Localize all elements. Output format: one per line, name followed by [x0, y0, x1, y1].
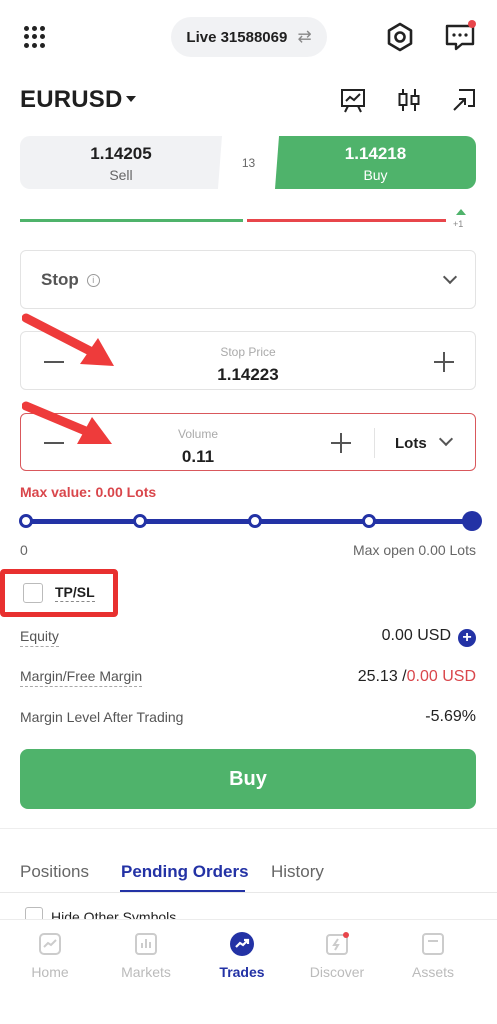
- stop-price-stepper[interactable]: Stop Price 1.14223: [20, 331, 476, 390]
- order-type-select[interactable]: Stop i: [20, 250, 476, 309]
- volume-caption: Volume: [177, 427, 219, 441]
- sell-volume-bar: [247, 219, 446, 222]
- stop-price-value[interactable]: 1.14223: [21, 365, 475, 385]
- trades-icon: [230, 932, 254, 956]
- unit-label: Lots: [395, 435, 427, 452]
- tpsl-checkbox[interactable]: [23, 583, 43, 603]
- free-margin-value: 0.00 USD: [406, 668, 476, 685]
- increase-volume-button[interactable]: [331, 433, 351, 453]
- increase-stop-price-button[interactable]: [434, 352, 454, 372]
- nav-markets-label: Markets: [121, 964, 171, 980]
- swap-icon: ⇄: [297, 27, 312, 46]
- notification-dot: [468, 20, 476, 28]
- tab-history[interactable]: History: [271, 862, 324, 882]
- slider-step-75[interactable]: [362, 514, 376, 528]
- buy-label: Buy: [363, 167, 388, 183]
- decrease-volume-button[interactable]: [44, 442, 64, 444]
- sell-label: Sell: [109, 167, 133, 183]
- volume-slider-track[interactable]: [19, 514, 472, 528]
- margin-level-label: Margin Level After Trading: [20, 709, 184, 725]
- candlestick-icon[interactable]: [395, 86, 423, 114]
- margin-label[interactable]: Margin/Free Margin: [20, 668, 143, 687]
- cast-icon[interactable]: [450, 86, 478, 114]
- bottom-nav: Home Markets Trades Discover Assets: [0, 919, 497, 1024]
- slider-max-label: Max open 0.00 Lots: [353, 542, 476, 558]
- buy-quote-button[interactable]: 1.14218 Buy: [275, 136, 476, 189]
- unit-select[interactable]: Lots: [395, 435, 427, 452]
- buy-button[interactable]: Buy: [20, 749, 476, 809]
- nav-home[interactable]: Home: [10, 932, 90, 980]
- stop-price-caption: Stop Price: [220, 345, 276, 359]
- equity-label[interactable]: Equity: [20, 628, 59, 647]
- nav-discover[interactable]: Discover: [297, 932, 377, 980]
- discover-icon: [326, 932, 349, 955]
- settings-hexagon-icon[interactable]: [384, 21, 416, 53]
- slider-step-25[interactable]: [133, 514, 147, 528]
- account-label: Live 31588069: [186, 28, 288, 46]
- volume-value[interactable]: 0.11: [21, 447, 375, 467]
- buy-button-label: Buy: [229, 767, 267, 790]
- nav-assets-label: Assets: [411, 964, 454, 980]
- max-value-warning: Max value: 0.00 Lots: [20, 484, 157, 500]
- tpsl-label[interactable]: TP/SL: [55, 584, 95, 602]
- account-switcher[interactable]: Live 31588069 ⇄: [171, 17, 327, 57]
- tab-positions[interactable]: Positions: [20, 862, 89, 882]
- margin-level-value: -5.69%: [425, 708, 476, 725]
- order-type-label: Stop: [41, 269, 79, 289]
- spread-value: 13: [241, 156, 256, 170]
- nav-discover-label: Discover: [309, 964, 365, 980]
- chart-icon[interactable]: [339, 86, 367, 114]
- assets-icon: [422, 933, 444, 955]
- home-chart-icon: [39, 933, 61, 955]
- equity-value: 0.00 USD: [381, 627, 451, 644]
- volume-slider-thumb[interactable]: [462, 511, 482, 531]
- nav-home-label: Home: [31, 964, 69, 980]
- change-label: +1: [453, 219, 464, 229]
- nav-markets[interactable]: Markets: [106, 932, 186, 980]
- decrease-stop-price-button[interactable]: [44, 361, 64, 363]
- tabs-divider: [0, 892, 497, 893]
- margin-value: 25.13 /: [357, 668, 407, 685]
- up-arrow-icon: [456, 209, 466, 215]
- symbol-name[interactable]: EURUSD: [20, 86, 123, 114]
- sell-quote-button[interactable]: 1.14205 Sell: [20, 136, 222, 189]
- nav-trades-label: Trades: [219, 964, 265, 980]
- buy-price: 1.14218: [344, 144, 407, 163]
- volume-stepper[interactable]: Volume 0.11 Lots: [20, 413, 476, 471]
- slider-min-label: 0: [20, 542, 28, 558]
- chevron-down-icon[interactable]: [438, 431, 454, 447]
- markets-icon: [135, 933, 157, 955]
- sell-price: 1.14205: [90, 144, 152, 163]
- nav-assets[interactable]: Assets: [393, 932, 473, 980]
- slider-step-50[interactable]: [248, 514, 262, 528]
- info-icon[interactable]: i: [86, 273, 100, 287]
- section-divider: [0, 828, 497, 829]
- active-tab-indicator: [120, 890, 245, 892]
- add-funds-icon[interactable]: +: [458, 629, 476, 647]
- chevron-down-icon: [442, 269, 458, 284]
- grid-menu-icon[interactable]: [24, 26, 46, 48]
- unit-divider: [374, 428, 375, 458]
- buy-volume-bar: [20, 219, 243, 222]
- chevron-down-icon[interactable]: [126, 96, 136, 102]
- nav-trades[interactable]: Trades: [202, 932, 282, 980]
- slider-step-0[interactable]: [19, 514, 33, 528]
- tab-pending-orders[interactable]: Pending Orders: [121, 862, 249, 882]
